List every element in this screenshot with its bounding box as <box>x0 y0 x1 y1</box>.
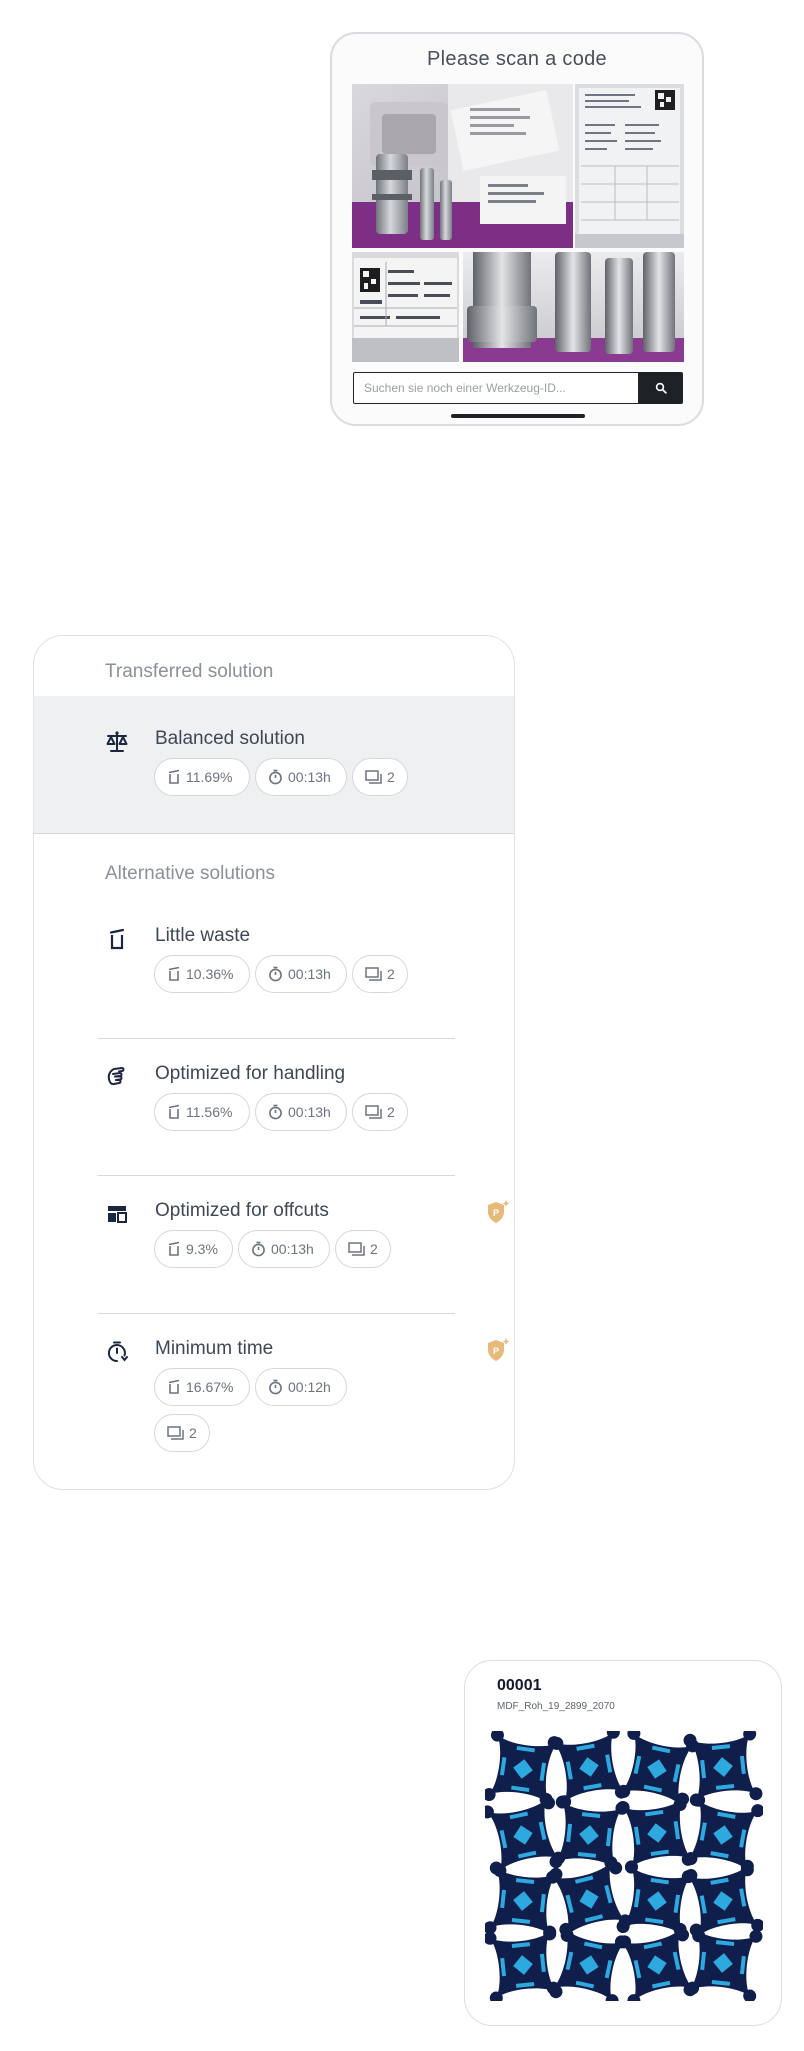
search-button[interactable] <box>639 372 683 404</box>
nesting-preview <box>485 1731 763 2001</box>
stopwatch-icon <box>269 966 282 982</box>
divider <box>98 1175 455 1176</box>
waste-bin-icon <box>168 1104 180 1119</box>
solution-name: Minimum time <box>155 1338 274 1359</box>
plates-icon <box>348 1242 365 1256</box>
plate-material: MDF_Roh_19_2899_2070 <box>497 1701 615 1712</box>
stopwatch-icon <box>252 1241 265 1257</box>
waste-bin-icon <box>168 769 180 784</box>
time-value: 00:13h <box>288 769 331 785</box>
scan-title: Please scan a code <box>427 48 607 70</box>
waste-value: 16.67% <box>186 1379 234 1395</box>
offcuts-layout-icon <box>108 1206 127 1223</box>
plates-chip: 2 <box>352 758 408 796</box>
search-input[interactable] <box>353 372 639 404</box>
divider <box>98 1038 455 1039</box>
svg-text:P: P <box>493 1346 499 1356</box>
solution-name: Optimized for offcuts <box>155 1200 329 1221</box>
home-indicator <box>451 414 585 418</box>
plate-id: 00001 <box>497 1677 542 1694</box>
stopwatch-icon <box>269 1379 282 1395</box>
stopwatch-icon <box>269 769 282 785</box>
time-value: 00:13h <box>288 966 331 982</box>
plates-value: 2 <box>387 1104 395 1120</box>
plates-icon <box>365 1105 382 1119</box>
plates-value: 2 <box>370 1241 378 1257</box>
waste-chip: 11.56% <box>154 1093 250 1131</box>
tool-photo-top-left <box>352 84 573 248</box>
plates-value: 2 <box>189 1425 197 1441</box>
search-row <box>353 372 683 404</box>
search-icon <box>655 382 667 394</box>
solution-name: Balanced solution <box>155 728 305 749</box>
tool-photo-bottom-right <box>463 252 684 362</box>
time-chip: 00:12h <box>255 1368 347 1406</box>
balance-scale-icon <box>106 731 128 752</box>
waste-bin-icon <box>109 928 125 950</box>
waste-bin-icon <box>168 966 180 981</box>
plates-value: 2 <box>387 966 395 982</box>
waste-chip: 16.67% <box>154 1368 250 1406</box>
time-chip: 00:13h <box>255 955 347 993</box>
time-value: 00:13h <box>271 1241 314 1257</box>
waste-chip: 9.3% <box>154 1230 233 1268</box>
plates-chip: 2 <box>154 1414 210 1452</box>
time-value: 00:13h <box>288 1104 331 1120</box>
stopwatch-icon <box>269 1104 282 1120</box>
plates-icon <box>365 967 382 981</box>
waste-bin-icon <box>168 1379 180 1394</box>
alternative-solutions-heading: Alternative solutions <box>105 863 276 884</box>
cutting-plate-card[interactable]: 00001 MDF_Roh_19_2899_2070 <box>464 1660 782 2026</box>
transferred-solution-block[interactable]: Balanced solution 11.69% 00:13h 2 <box>34 696 514 834</box>
premium-badge-icon: P <box>488 1338 510 1361</box>
timer-icon <box>107 1341 128 1363</box>
time-chip: 00:13h <box>255 758 347 796</box>
svg-text:P: P <box>493 1208 499 1218</box>
divider <box>98 1313 455 1314</box>
premium-badge-icon: P <box>488 1200 510 1223</box>
waste-chip: 11.69% <box>154 758 250 796</box>
plates-icon <box>167 1426 184 1440</box>
hand-icon <box>107 1067 125 1086</box>
waste-chip: 10.36% <box>154 955 250 993</box>
nested-parts <box>485 1731 763 2001</box>
time-chip: 00:13h <box>238 1230 330 1268</box>
plates-chip: 2 <box>352 1093 408 1131</box>
waste-value: 9.3% <box>186 1241 218 1257</box>
plates-icon <box>365 770 382 784</box>
waste-value: 10.36% <box>186 966 234 982</box>
scan-card: Please scan a code <box>330 32 704 426</box>
solution-name: Optimized for handling <box>155 1063 346 1084</box>
waste-value: 11.56% <box>186 1104 233 1120</box>
solution-name: Little waste <box>155 925 251 946</box>
transferred-solution-heading: Transferred solution <box>105 661 274 682</box>
time-value: 00:12h <box>288 1379 331 1395</box>
plates-chip: 2 <box>335 1230 391 1268</box>
time-chip: 00:13h <box>255 1093 347 1131</box>
solutions-card: Transferred solution Balanced solution 1… <box>33 635 515 1490</box>
waste-value: 11.69% <box>186 769 233 785</box>
tool-photo-bottom-left <box>352 252 459 362</box>
plates-chip: 2 <box>352 955 408 993</box>
waste-bin-icon <box>168 1241 180 1256</box>
tool-photo-top-right <box>575 84 684 248</box>
plates-value: 2 <box>387 769 395 785</box>
